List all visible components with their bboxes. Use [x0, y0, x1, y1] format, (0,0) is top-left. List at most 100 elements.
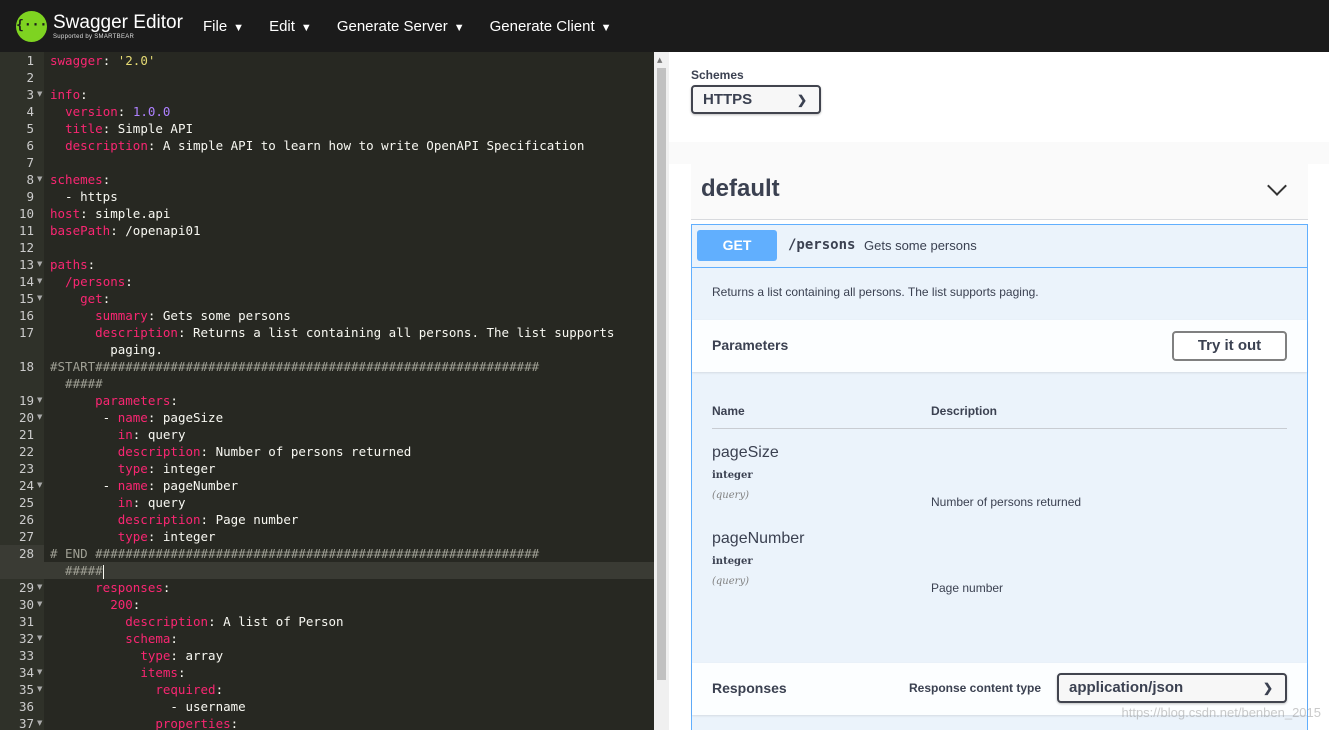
code-line[interactable]: 2 — [0, 69, 654, 86]
code-line[interactable]: 7 — [0, 154, 654, 171]
code-line[interactable]: 23 type: integer — [0, 460, 654, 477]
code-line[interactable]: ##### — [0, 562, 654, 579]
response-content-type-label: Response content type — [909, 681, 1042, 695]
line-number: 32 — [18, 631, 34, 646]
code-line[interactable]: 21 in: query — [0, 426, 654, 443]
fold-arrow-icon[interactable]: ▼ — [37, 256, 42, 273]
fold-arrow-icon[interactable]: ▼ — [37, 392, 42, 409]
brand[interactable]: {···} Swagger Editor Supported by SMARTB… — [16, 10, 186, 42]
menu-file[interactable]: File ▼ — [203, 18, 244, 35]
line-number: 10 — [18, 206, 34, 221]
code-line[interactable]: 15 ▼ get: — [0, 290, 654, 307]
fold-arrow-icon[interactable]: ▼ — [37, 290, 42, 307]
code-line[interactable]: 12 — [0, 239, 654, 256]
code-line[interactable]: 18 #START################################… — [0, 358, 654, 375]
section-spacer — [669, 142, 1329, 164]
code-line[interactable]: 35 ▼ required: — [0, 681, 654, 698]
fold-arrow-icon[interactable]: ▼ — [37, 409, 42, 426]
menu-edit[interactable]: Edit ▼ — [269, 18, 312, 35]
code-line[interactable]: 27 type: integer — [0, 528, 654, 545]
code-line[interactable]: 13 ▼ paths: — [0, 256, 654, 273]
code-line[interactable]: 32 ▼ schema: — [0, 630, 654, 647]
fold-arrow-icon[interactable]: ▼ — [37, 579, 42, 596]
response-content-type-select[interactable]: application/json ❯ — [1057, 673, 1287, 703]
editor-scrollbar[interactable]: ▲ — [654, 52, 669, 730]
code-text: items: — [140, 665, 186, 680]
swagger-logo-icon: {···} — [16, 10, 55, 42]
code-line[interactable]: 5 title: Simple API — [0, 120, 654, 137]
fold-arrow-icon[interactable]: ▼ — [37, 477, 42, 494]
code-line[interactable]: 19 ▼ parameters: — [0, 392, 654, 409]
code-line[interactable]: 8 ▼ schemes: — [0, 171, 654, 188]
line-number: 20 — [18, 410, 34, 425]
menu-generate-server[interactable]: Generate Server ▼ — [337, 18, 465, 35]
code-text: host: simple.api — [50, 206, 171, 221]
try-it-out-button[interactable]: Try it out — [1172, 331, 1287, 361]
code-line[interactable]: 26 description: Page number — [0, 511, 654, 528]
line-number: 6 — [26, 138, 34, 153]
code-line[interactable]: 33 type: array — [0, 647, 654, 664]
caret-down-icon: ▼ — [300, 21, 312, 34]
fold-arrow-icon[interactable]: ▼ — [37, 86, 42, 103]
chevron-down-icon[interactable] — [1267, 176, 1287, 196]
code-line[interactable]: 29 ▼ responses: — [0, 579, 654, 596]
scrollbar-thumb[interactable] — [657, 68, 666, 680]
fold-arrow-icon[interactable]: ▼ — [37, 596, 42, 613]
line-number: 25 — [18, 495, 34, 510]
code-line[interactable]: 17 description: Returns a list containin… — [0, 324, 654, 341]
line-number: 3 — [26, 87, 34, 102]
scroll-up-icon[interactable]: ▲ — [657, 56, 662, 64]
tag-default[interactable]: default — [691, 164, 1308, 220]
code-line[interactable]: 10 host: simple.api — [0, 205, 654, 222]
fold-arrow-icon[interactable]: ▼ — [37, 715, 42, 730]
code-line[interactable]: 14 ▼ /persons: — [0, 273, 654, 290]
code-line[interactable]: 11 basePath: /openapi01 — [0, 222, 654, 239]
param-description: Page number — [931, 581, 1004, 595]
code-line[interactable]: 22 description: Number of persons return… — [0, 443, 654, 460]
line-number: 14 — [18, 274, 34, 289]
code-line[interactable]: 4 version: 1.0.0 — [0, 103, 654, 120]
code-line[interactable]: 25 in: query — [0, 494, 654, 511]
code-editor[interactable]: 1 swagger: '2.0' 2 3 ▼ info: 4 version: 1.0.0 5… — [0, 52, 654, 730]
code-line[interactable]: 20 ▼ - name: pageSize — [0, 409, 654, 426]
code-line[interactable]: 1 swagger: '2.0' — [0, 52, 654, 69]
line-number: 22 — [18, 444, 34, 459]
code-line[interactable]: 37 ▼ properties: — [0, 715, 654, 730]
code-line[interactable]: 28 # END ################################… — [0, 545, 654, 562]
code-text: type: integer — [117, 529, 216, 544]
code-text: title: Simple API — [65, 121, 194, 136]
code-line[interactable]: 24 ▼ - name: pageNumber — [0, 477, 654, 494]
code-line[interactable]: 9 - https — [0, 188, 654, 205]
code-line[interactable]: 31 description: A list of Person — [0, 613, 654, 630]
swagger-ui-panel: Schemes HTTPS ❯ default GET /persons Get… — [669, 52, 1329, 730]
fold-arrow-icon[interactable]: ▼ — [37, 273, 42, 290]
caret-down-icon: ▼ — [453, 21, 465, 34]
code-text: ##### — [50, 563, 104, 579]
fold-arrow-icon[interactable]: ▼ — [37, 664, 42, 681]
param-description: Number of persons returned — [931, 495, 1082, 509]
code-text: description: Page number — [117, 512, 299, 527]
schemes-select[interactable]: HTTPS ❯ — [691, 85, 821, 114]
fold-arrow-icon[interactable]: ▼ — [37, 681, 42, 698]
method-badge: GET — [697, 230, 777, 261]
fold-arrow-icon[interactable]: ▼ — [37, 171, 42, 188]
menu-generate-client[interactable]: Generate Client ▼ — [490, 18, 612, 35]
operation-summary-bar[interactable]: GET /persons Gets some persons — [692, 225, 1307, 268]
code-line[interactable]: 36 - username — [0, 698, 654, 715]
code-text: swagger: '2.0' — [50, 53, 156, 68]
text-cursor — [102, 564, 104, 579]
fold-arrow-icon[interactable]: ▼ — [37, 630, 42, 647]
code-line[interactable]: 6 description: A simple API to learn how… — [0, 137, 654, 154]
code-line[interactable]: 16 summary: Gets some persons — [0, 307, 654, 324]
operation-summary: Gets some persons — [864, 238, 977, 253]
param-name: pageSize — [712, 444, 779, 461]
code-line[interactable]: paging. — [0, 341, 654, 358]
code-line[interactable]: ##### — [0, 375, 654, 392]
param-in: (query) — [712, 490, 749, 501]
code-line[interactable]: 3 ▼ info: — [0, 86, 654, 103]
code-line[interactable]: 34 ▼ items: — [0, 664, 654, 681]
parameters-header: Parameters Try it out — [692, 320, 1307, 372]
table-header-divider — [712, 428, 1287, 429]
code-text: version: 1.0.0 — [65, 104, 171, 119]
code-line[interactable]: 30 ▼ 200: — [0, 596, 654, 613]
